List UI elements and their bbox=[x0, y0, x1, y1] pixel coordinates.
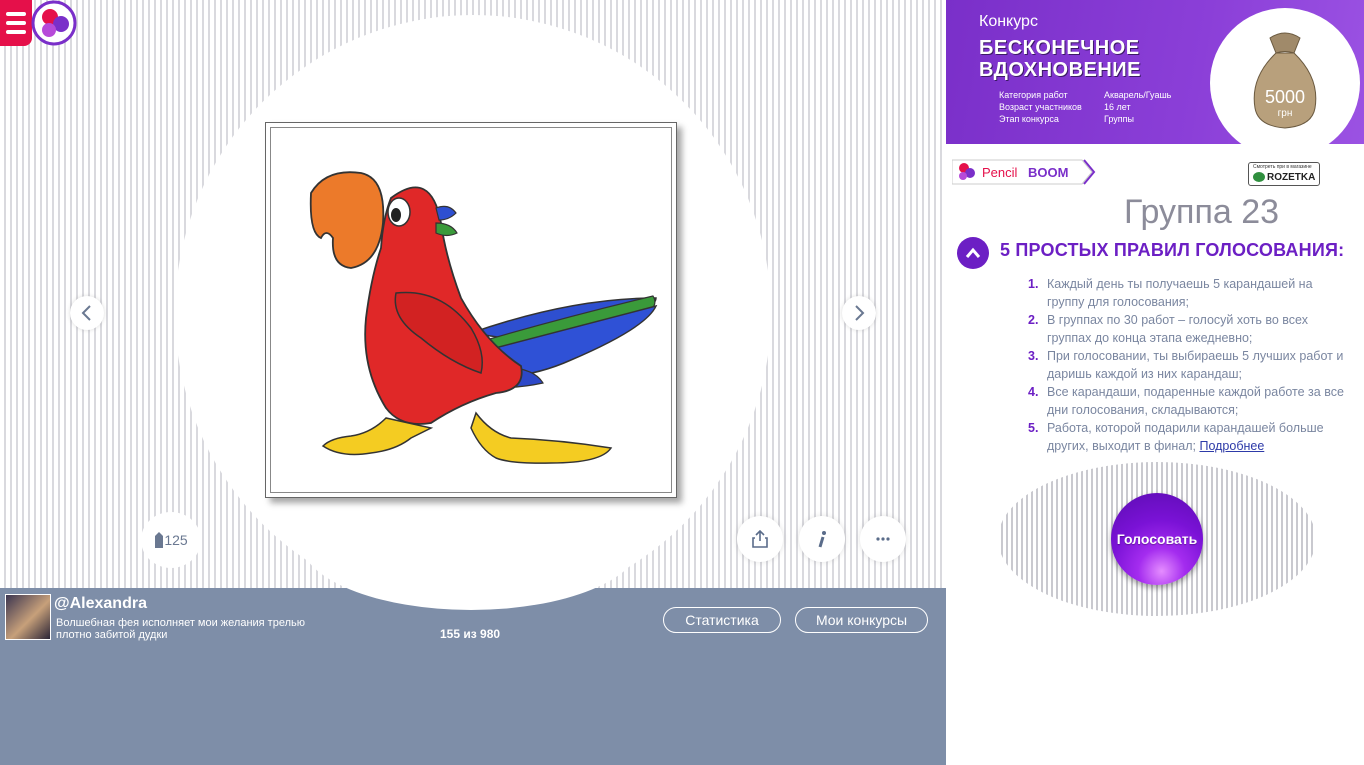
rule-item: 3. При голосовании, ты выбираешь 5 лучших… bbox=[1028, 349, 1344, 381]
rule-item: 2. В группах по 30 работ – голосуй хоть в… bbox=[1028, 313, 1308, 345]
author-name[interactable]: @Alexandra bbox=[54, 595, 147, 613]
pencilboom-text-boom: BOOM bbox=[1028, 165, 1068, 180]
pencil-count: 125 bbox=[164, 532, 188, 548]
info-button[interactable] bbox=[799, 516, 845, 562]
pencil-icon bbox=[155, 532, 164, 548]
menu-icon-line bbox=[6, 21, 26, 25]
prize-amount: 5000 bbox=[1265, 87, 1305, 107]
contest-banner[interactable]: Конкурс БЕСКОНЕЧНОЕ ВДОХНОВЕНИЕ Категори… bbox=[946, 0, 1364, 144]
money-bag-icon: 5000 грн bbox=[1253, 32, 1317, 129]
rozetka-caption: Смотреть при в магазине bbox=[1253, 164, 1312, 170]
more-icon bbox=[876, 537, 890, 541]
menu-button[interactable] bbox=[0, 0, 32, 46]
pencilboom-badge: Pencil BOOM bbox=[951, 159, 1096, 185]
collapse-rules-button[interactable] bbox=[957, 237, 989, 269]
parrot-drawing bbox=[309, 171, 658, 464]
rozetka-icon bbox=[1253, 172, 1265, 182]
avatar[interactable] bbox=[5, 594, 51, 640]
rule-item: 4. Все карандаши, подаренные каждой работ… bbox=[1028, 385, 1344, 417]
banner-info-row: Категория работ Акварель/Гуашь bbox=[999, 90, 1172, 100]
rule-item: 5. Работа, которой подарили карандашей бо… bbox=[1028, 421, 1324, 453]
share-icon bbox=[752, 530, 768, 548]
rank-text: 155 из 980 bbox=[440, 627, 501, 641]
chevron-up-icon bbox=[965, 247, 981, 258]
pencil-count-badge: 125 bbox=[141, 512, 201, 568]
prize-circle: 5000 грн bbox=[1210, 8, 1360, 144]
vote-button[interactable]: Голосовать bbox=[1111, 493, 1203, 585]
author-description: Волшебная фея исполняет мои желания трел… bbox=[56, 617, 305, 641]
rule-item: 1. Каждый день ты получаешь 5 карандашей … bbox=[1028, 277, 1313, 309]
banner-info: Категория работ Акварель/Гуашь Возраст уч… bbox=[999, 89, 1171, 125]
banner-title-line2: ВДОХНОВЕНИЕ bbox=[979, 59, 1142, 81]
info-icon bbox=[818, 531, 826, 548]
more-details-link[interactable]: Подробнее bbox=[1199, 439, 1264, 453]
menu-icon-line bbox=[6, 12, 26, 16]
banner-info-row: Этап конкурса Группы bbox=[999, 114, 1134, 124]
banner-title-line1: БЕСКОНЕЧНОЕ bbox=[979, 37, 1140, 59]
banner-small-title: Конкурс bbox=[979, 13, 1038, 30]
rozetka-link[interactable]: Смотреть при в магазине ROZETKA bbox=[1248, 162, 1320, 186]
statistics-button[interactable]: Статистика bbox=[663, 607, 781, 633]
site-logo[interactable] bbox=[30, 0, 78, 46]
my-contests-button[interactable]: Мои конкурсы bbox=[795, 607, 928, 633]
banner-info-row: Возраст участников 16 лет bbox=[999, 102, 1131, 112]
more-button[interactable] bbox=[860, 516, 906, 562]
artwork-inner-frame bbox=[270, 127, 672, 493]
group-title: Группа 23 bbox=[1124, 193, 1280, 231]
artwork-image[interactable] bbox=[265, 122, 677, 498]
pencilboom-logo[interactable]: Pencil BOOM bbox=[951, 158, 1098, 186]
pencilboom-text-pencil: Pencil bbox=[982, 165, 1018, 180]
rules-list: 1. Каждый день ты получаешь 5 карандашей … bbox=[1028, 275, 1353, 455]
rozetka-name: ROZETKA bbox=[1267, 172, 1316, 183]
rules-title: 5 ПРОСТЫХ ПРАВИЛ ГОЛОСОВАНИЯ: bbox=[1000, 240, 1345, 260]
share-button[interactable] bbox=[737, 516, 783, 562]
prev-artwork-button[interactable] bbox=[70, 296, 104, 330]
artwork-stage: 125 bbox=[0, 0, 946, 588]
chevron-right-icon bbox=[855, 305, 865, 321]
menu-icon-line bbox=[6, 30, 26, 34]
next-artwork-button[interactable] bbox=[842, 296, 876, 330]
banner-title: БЕСКОНЕЧНОЕ ВДОХНОВЕНИЕ bbox=[979, 37, 1141, 81]
chevron-left-icon bbox=[81, 305, 91, 321]
prize-currency: грн bbox=[1278, 108, 1293, 119]
